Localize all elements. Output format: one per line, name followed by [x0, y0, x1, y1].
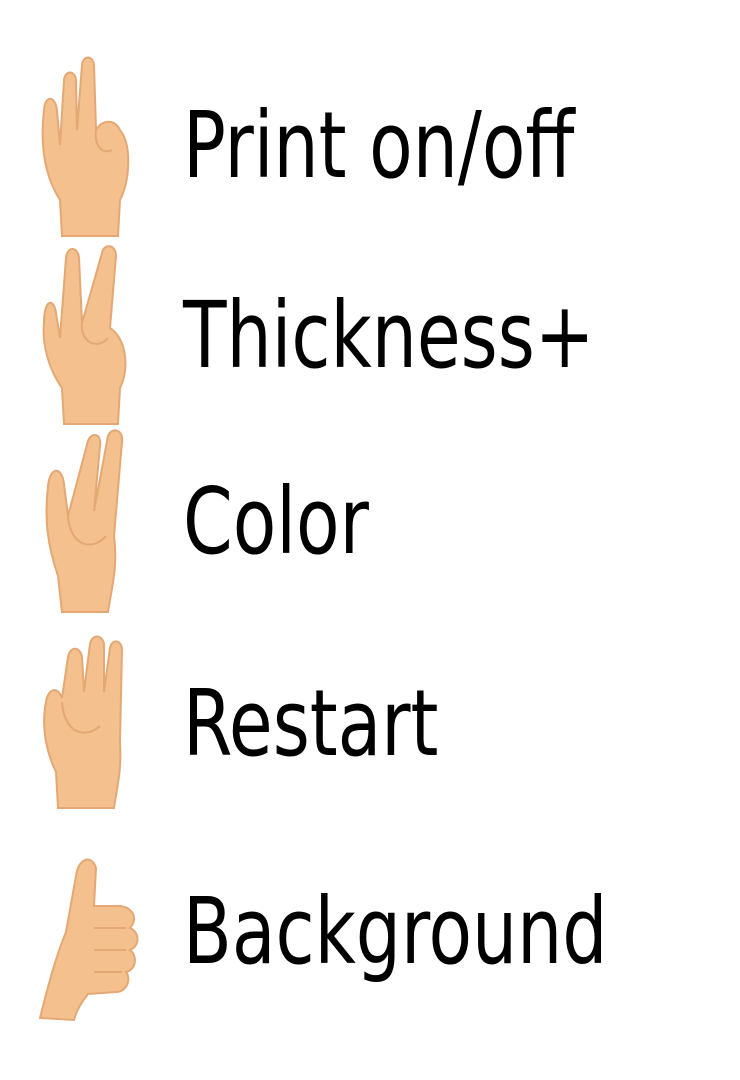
gesture-row-color: Color	[0, 426, 740, 616]
gesture-label-background: Background	[183, 878, 608, 985]
gesture-row-print: Print on/off	[0, 50, 740, 240]
hand-two-fingers-tucked-icon	[45, 429, 124, 613]
gesture-row-restart: Restart	[0, 622, 740, 812]
gesture-label-restart: Restart	[183, 670, 439, 777]
gesture-label-thickness: Thickness+	[183, 282, 595, 389]
thumbs-up-icon	[38, 858, 139, 1022]
hand-two-fingers-icon	[42, 245, 127, 425]
gesture-row-background: Background	[0, 836, 740, 1026]
gesture-row-thickness: Thickness+	[0, 238, 740, 428]
gesture-label-color: Color	[183, 468, 369, 575]
hand-three-fingers-up-icon	[43, 635, 124, 809]
gesture-label-print: Print on/off	[183, 92, 575, 199]
hand-three-fingers-icon	[41, 56, 130, 237]
gesture-guide: { "gestures": [ {"label": "Print on/off"…	[0, 0, 740, 1080]
